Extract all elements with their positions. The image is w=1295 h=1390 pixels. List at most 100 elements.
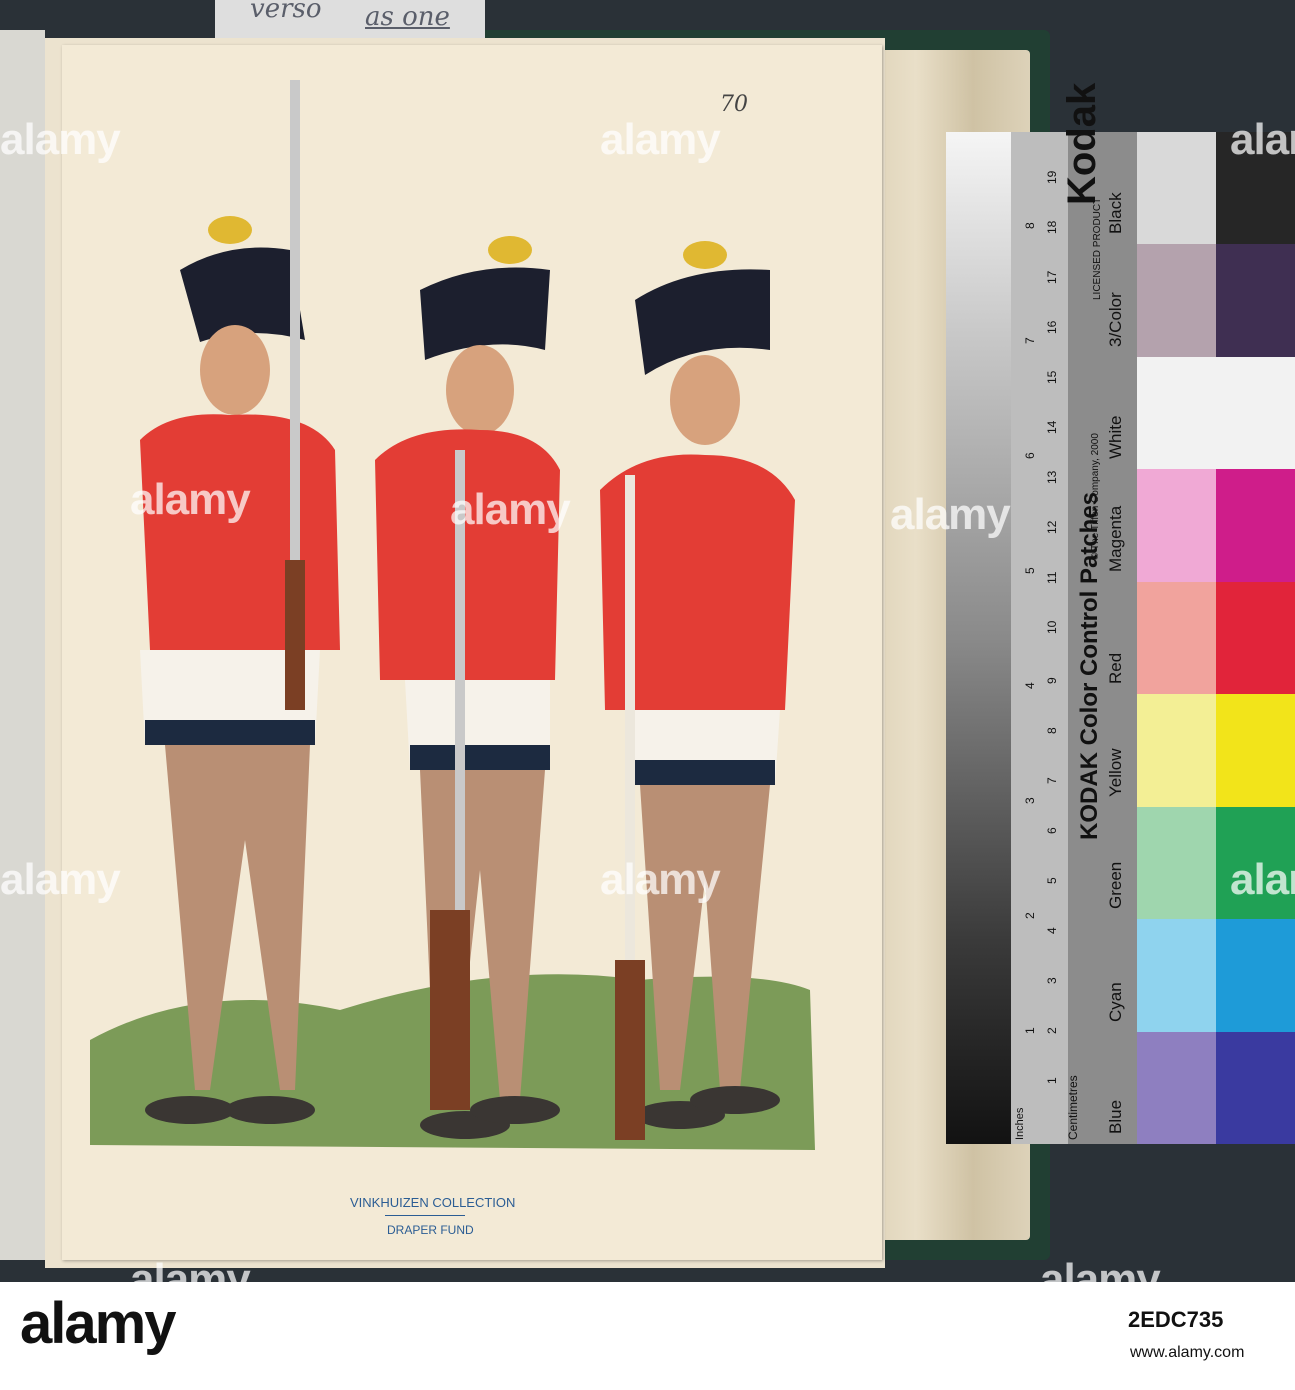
kodak-brand: Kodak: [1060, 82, 1104, 205]
ruler-cm-label: 10: [1045, 620, 1059, 634]
watermark-logo: alamy: [1040, 1255, 1161, 1282]
ruler-inch-label: 8: [1023, 222, 1037, 229]
face: [446, 345, 514, 435]
plume: [683, 241, 727, 269]
ruler-inch-label: 6: [1023, 452, 1037, 459]
ruler-cm-label: 19: [1045, 170, 1059, 184]
shoe: [145, 1096, 235, 1124]
image-id: 2EDC735: [1128, 1307, 1224, 1332]
color-patch: [1216, 1031, 1295, 1144]
plume: [208, 216, 252, 244]
color-patch: [1216, 244, 1295, 357]
ruler-inch-label: 7: [1023, 337, 1037, 344]
site-url[interactable]: www.alamy.com: [1130, 1344, 1244, 1362]
patch-labels: Blue Cyan Green Yellow Red Magenta White 3/Colo…: [1100, 132, 1137, 1144]
ruler-cm-label: 3: [1045, 977, 1059, 984]
patch-label: 3/Color: [1106, 292, 1125, 347]
watermark-logo: alamy: [600, 855, 721, 904]
patch-label: White: [1106, 415, 1125, 460]
ruler-inch-label: 3: [1023, 797, 1037, 804]
ruler-cm-label: 8: [1045, 727, 1059, 734]
patch-label: Cyan: [1106, 981, 1125, 1022]
patch-label: Red: [1106, 653, 1125, 685]
color-patch: [1137, 132, 1216, 245]
watermark-logo: alamy: [1230, 115, 1295, 164]
gray-scale-strip: [946, 132, 1011, 1144]
face: [200, 325, 270, 415]
ruler-cm-label: 11: [1045, 571, 1059, 584]
shorts-trim: [630, 760, 775, 785]
soldiers-illustration: [90, 80, 815, 1150]
color-patch: [1216, 919, 1295, 1032]
color-patch: [1137, 244, 1216, 357]
watermark-logo: alamy: [600, 115, 721, 164]
musket-stock: [615, 960, 645, 1140]
ruler-inch-label: 1: [1023, 1027, 1037, 1034]
stamp-vinkhuizen: VINKHUIZEN COLLECTION: [350, 1195, 516, 1210]
color-patch: [1137, 694, 1216, 807]
ruler-inch-label: 5: [1023, 567, 1037, 574]
ruler-cm-label: 16: [1045, 320, 1059, 334]
shoe: [225, 1096, 315, 1124]
coat: [140, 414, 340, 650]
watermark-logo: alamy: [130, 1255, 251, 1282]
units-inches: Inches: [1014, 1107, 1026, 1140]
ruler-inch-label: 2: [1023, 912, 1037, 919]
ruler-cm-label: 2: [1045, 1027, 1059, 1034]
shoe: [690, 1086, 780, 1114]
watermark-logo: alamy: [130, 475, 251, 524]
ruler-cm-label: 17: [1045, 270, 1059, 284]
ruler-cm-label: 1: [1045, 1077, 1059, 1084]
musket-stock: [285, 560, 305, 710]
watermark-logo: alamy: [890, 490, 1011, 539]
stamp-draper-fund: DRAPER FUND: [387, 1223, 474, 1237]
ruler-cm-label: 6: [1045, 827, 1059, 834]
soldier-left: [140, 80, 340, 1124]
patch-label: Black: [1106, 192, 1125, 235]
shorts-trim: [410, 745, 550, 770]
patch-label: Yellow: [1106, 748, 1125, 797]
color-patch: [1137, 469, 1216, 582]
face: [670, 355, 740, 445]
color-patch: [1137, 581, 1216, 695]
watermark-logo: alamy: [0, 855, 121, 904]
photograph: verso as one 70 VINKHUIZEN COLLECTION DR…: [0, 0, 1295, 1282]
color-patch: [1216, 581, 1295, 695]
shoe: [470, 1096, 560, 1124]
color-patch: [1216, 469, 1295, 582]
color-patch: [1137, 806, 1216, 920]
pencil-note-as-one: as one: [365, 2, 450, 32]
watermark-logo: alamy: [0, 115, 121, 164]
ruler-cm-label: 7: [1045, 777, 1059, 784]
stock-footer: alamy 2EDC735 www.alamy.com: [0, 1282, 1295, 1390]
book-binding-left: [0, 30, 45, 1260]
ruler-cm-label: 14: [1045, 420, 1059, 434]
color-patch: [1137, 1031, 1216, 1144]
ruler-cm-label: 13: [1045, 470, 1059, 484]
ruler-ticks: 1 2 3 4 5 6 7 8 9 10 11 12 13 14 15 16 17 18 19 1 2 3 4 5 6 7 8: [1011, 132, 1068, 1144]
ruler-cm-label: 9: [1045, 677, 1059, 684]
units-centimetres: Centimetres: [1066, 1075, 1080, 1140]
color-patch: [1216, 694, 1295, 807]
alamy-logo[interactable]: alamy: [20, 1290, 176, 1357]
shorts-trim: [145, 720, 315, 745]
watermark-logo: alamy: [1230, 855, 1295, 904]
coat: [375, 429, 560, 680]
patch-label: Green: [1106, 861, 1125, 910]
pencil-note-verso: verso: [250, 0, 322, 24]
patch-label: Magenta: [1106, 505, 1125, 572]
patch-label: Blue: [1106, 1099, 1125, 1134]
ruler-inch-label: 4: [1023, 682, 1037, 689]
ruler-cm-label: 4: [1045, 927, 1059, 934]
color-patch: [1137, 356, 1216, 470]
color-patch: [1137, 919, 1216, 1032]
ruler-cm-label: 12: [1045, 520, 1059, 534]
color-patch: [1216, 356, 1295, 470]
ruler-cm-label: 5: [1045, 877, 1059, 884]
ruler-cm-label: 18: [1045, 220, 1059, 234]
plume: [488, 236, 532, 264]
ruler-cm-label: 15: [1045, 370, 1059, 384]
musket-stock: [430, 910, 470, 1110]
stamp-divider: [385, 1215, 465, 1216]
color-patches: [1137, 132, 1295, 1144]
